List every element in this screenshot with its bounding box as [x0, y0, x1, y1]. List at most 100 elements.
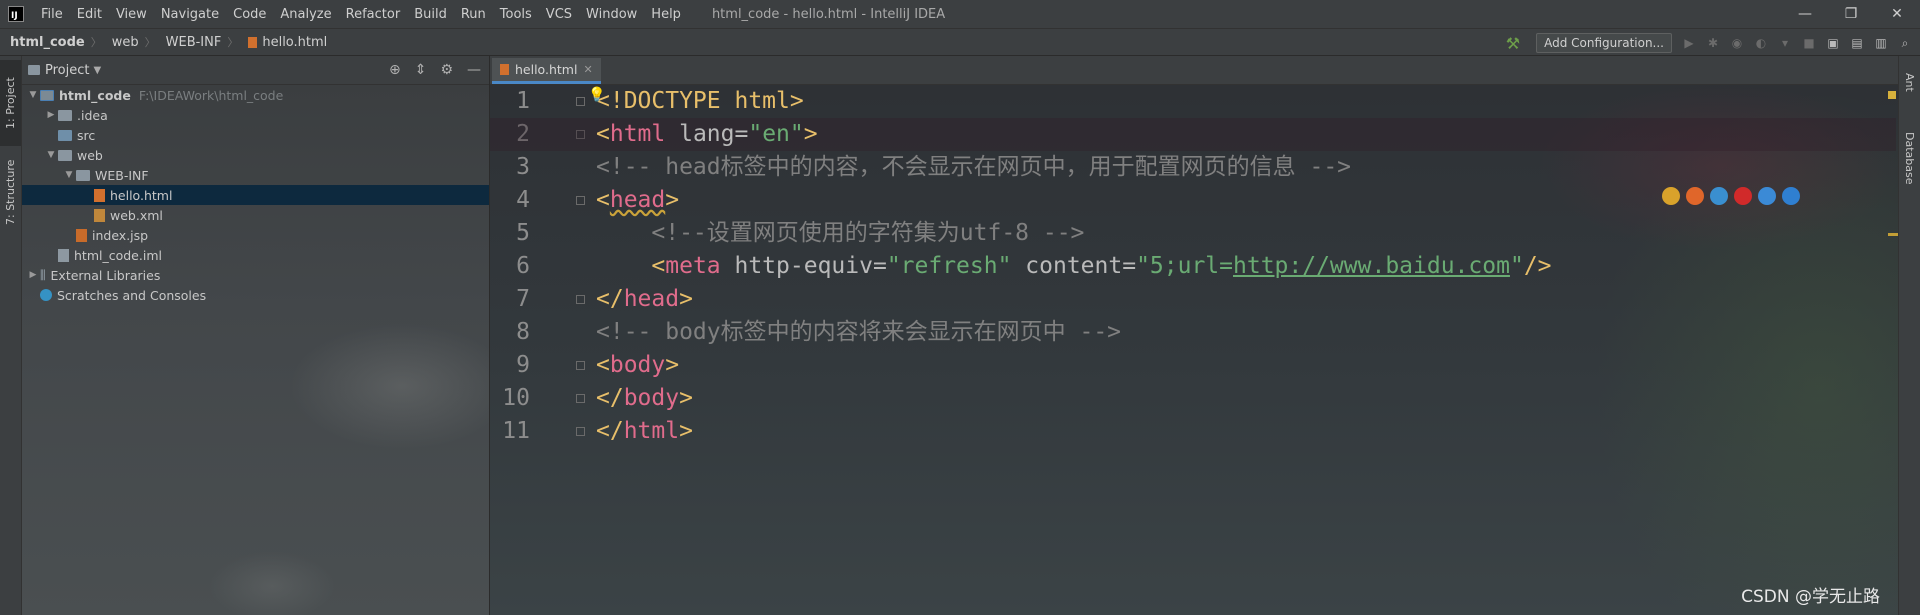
- menu-edit[interactable]: Edit: [70, 7, 109, 22]
- html-file-icon: [500, 64, 509, 75]
- tool-tab-database[interactable]: Database: [1899, 118, 1920, 198]
- coverage-icon[interactable]: ◉: [1730, 36, 1744, 50]
- code-line[interactable]: <!-- body标签中的内容将来会显示在网页中 -->: [596, 316, 1121, 349]
- fold-marker-icon[interactable]: [576, 295, 585, 304]
- collapsed-arrow-icon[interactable]: ▶: [44, 110, 58, 120]
- tree-item[interactable]: ▶ ⫼ External Libraries: [22, 265, 489, 285]
- tree-item[interactable]: html_code.iml: [22, 245, 489, 265]
- fold-marker-icon[interactable]: [576, 394, 585, 403]
- profile-icon[interactable]: ◐: [1754, 36, 1768, 50]
- project-view-selector[interactable]: Project: [45, 63, 89, 78]
- line-number[interactable]: 7: [490, 283, 530, 316]
- line-number[interactable]: 4: [490, 184, 530, 217]
- line-number[interactable]: 10: [490, 382, 530, 415]
- menu-help[interactable]: Help: [644, 7, 688, 22]
- menu-code[interactable]: Code: [226, 7, 273, 22]
- menu-tools[interactable]: Tools: [493, 7, 539, 22]
- chrome-icon[interactable]: [1662, 187, 1680, 205]
- line-number[interactable]: 3: [490, 151, 530, 184]
- more-run-icon[interactable]: ▾: [1778, 36, 1792, 50]
- menu-file[interactable]: File: [34, 7, 70, 22]
- code-line[interactable]: </html>: [596, 415, 693, 448]
- breadcrumb-item[interactable]: WEB-INF: [156, 35, 228, 50]
- add-configuration-button[interactable]: Add Configuration...: [1536, 33, 1672, 53]
- breadcrumb-item[interactable]: html_code: [0, 35, 91, 50]
- code-line[interactable]: <meta http-equiv="refresh" content="5;ur…: [596, 250, 1551, 283]
- locate-file-icon[interactable]: ⊕: [389, 62, 401, 78]
- gear-icon[interactable]: ⚙: [440, 62, 453, 78]
- fold-marker-icon[interactable]: [576, 196, 585, 205]
- menu-run[interactable]: Run: [454, 7, 493, 22]
- line-number[interactable]: 8: [490, 316, 530, 349]
- tool-tab-project[interactable]: 1: Project: [0, 60, 21, 146]
- collapsed-arrow-icon[interactable]: ▶: [26, 270, 40, 280]
- close-icon[interactable]: ✕: [1874, 0, 1920, 28]
- line-number[interactable]: 5: [490, 217, 530, 250]
- fold-marker-icon[interactable]: [576, 97, 585, 106]
- line-number[interactable]: 1: [490, 85, 530, 118]
- tree-item[interactable]: web.xml: [22, 205, 489, 225]
- layout-icon[interactable]: ▤: [1850, 36, 1864, 50]
- expanded-arrow-icon[interactable]: ▼: [62, 170, 76, 180]
- editor-tab-hello-html[interactable]: hello.html ✕: [492, 58, 601, 84]
- code-line[interactable]: <!DOCTYPE html> 💡: [588, 85, 804, 118]
- expanded-arrow-icon[interactable]: ▼: [26, 90, 40, 100]
- tree-item[interactable]: Scratches and Consoles: [22, 285, 489, 305]
- edge-icon[interactable]: [1782, 187, 1800, 205]
- expanded-arrow-icon[interactable]: ▼: [44, 150, 58, 160]
- tool-tab-ant[interactable]: Ant: [1899, 62, 1920, 102]
- opera-icon[interactable]: [1734, 187, 1752, 205]
- inspection-status-icon[interactable]: [1888, 91, 1896, 99]
- build-hammer-icon[interactable]: ⚒: [1506, 34, 1520, 53]
- breadcrumb-item[interactable]: hello.html: [238, 35, 333, 50]
- intention-bulb-icon[interactable]: 💡: [588, 79, 605, 112]
- code-line[interactable]: </head>: [596, 283, 693, 316]
- tree-item[interactable]: ▼ WEB-INF: [22, 165, 489, 185]
- menu-build[interactable]: Build: [407, 7, 454, 22]
- breadcrumb-item[interactable]: web: [102, 35, 145, 50]
- code-token: body: [623, 385, 680, 411]
- code-line[interactable]: <!-- head标签中的内容，不会显示在网页中，用于配置网页的信息 -->: [596, 151, 1351, 184]
- firefox-icon[interactable]: [1686, 187, 1704, 205]
- menu-navigate[interactable]: Navigate: [154, 7, 226, 22]
- line-number[interactable]: 6: [490, 250, 530, 283]
- code-line[interactable]: <html lang="en">: [490, 118, 1896, 151]
- run-icon[interactable]: ▶: [1682, 36, 1696, 50]
- line-number[interactable]: 9: [490, 349, 530, 382]
- presentation-icon[interactable]: ▥: [1874, 36, 1888, 50]
- tree-item[interactable]: ▼ html_code F:\IDEAWork\html_code: [22, 85, 489, 105]
- code-line[interactable]: <body>: [596, 349, 679, 382]
- menu-vcs[interactable]: VCS: [539, 7, 579, 22]
- code-token: head: [623, 286, 680, 312]
- code-line[interactable]: </body>: [596, 382, 693, 415]
- tree-item[interactable]: ▼ web: [22, 145, 489, 165]
- code-line[interactable]: <head>: [596, 184, 679, 217]
- fold-marker-icon[interactable]: [576, 361, 585, 370]
- minimize-icon[interactable]: —: [1782, 0, 1828, 28]
- tree-item[interactable]: ▶ .idea: [22, 105, 489, 125]
- close-tab-icon[interactable]: ✕: [583, 63, 592, 76]
- debug-icon[interactable]: ✱: [1706, 36, 1720, 50]
- project-structure-icon[interactable]: ▣: [1826, 36, 1840, 50]
- menu-analyze[interactable]: Analyze: [273, 7, 338, 22]
- tree-item[interactable]: index.jsp: [22, 225, 489, 245]
- project-tree: ▼ html_code F:\IDEAWork\html_code ▶ .idea src…: [22, 85, 489, 305]
- safari-icon[interactable]: [1710, 187, 1728, 205]
- hide-panel-icon[interactable]: —: [467, 62, 481, 78]
- ie-icon[interactable]: [1758, 187, 1776, 205]
- search-everywhere-icon[interactable]: ⌕: [1898, 36, 1912, 51]
- warning-marker[interactable]: [1888, 233, 1898, 236]
- menu-view[interactable]: View: [109, 7, 154, 22]
- tree-item[interactable]: hello.html: [22, 185, 489, 205]
- fold-marker-icon[interactable]: [576, 427, 585, 436]
- code-line[interactable]: <!--设置网页使用的字符集为utf-8 -->: [596, 217, 1084, 250]
- line-number[interactable]: 11: [490, 415, 530, 448]
- collapse-all-icon[interactable]: ⇕: [415, 62, 427, 78]
- tree-item[interactable]: src: [22, 125, 489, 145]
- chevron-down-icon[interactable]: ▼: [93, 65, 101, 76]
- menu-refactor[interactable]: Refactor: [339, 7, 408, 22]
- tool-tab-structure[interactable]: 7: Structure: [0, 152, 21, 232]
- stop-icon[interactable]: ■: [1802, 36, 1816, 50]
- menu-window[interactable]: Window: [579, 7, 644, 22]
- restore-icon[interactable]: ❐: [1828, 0, 1874, 28]
